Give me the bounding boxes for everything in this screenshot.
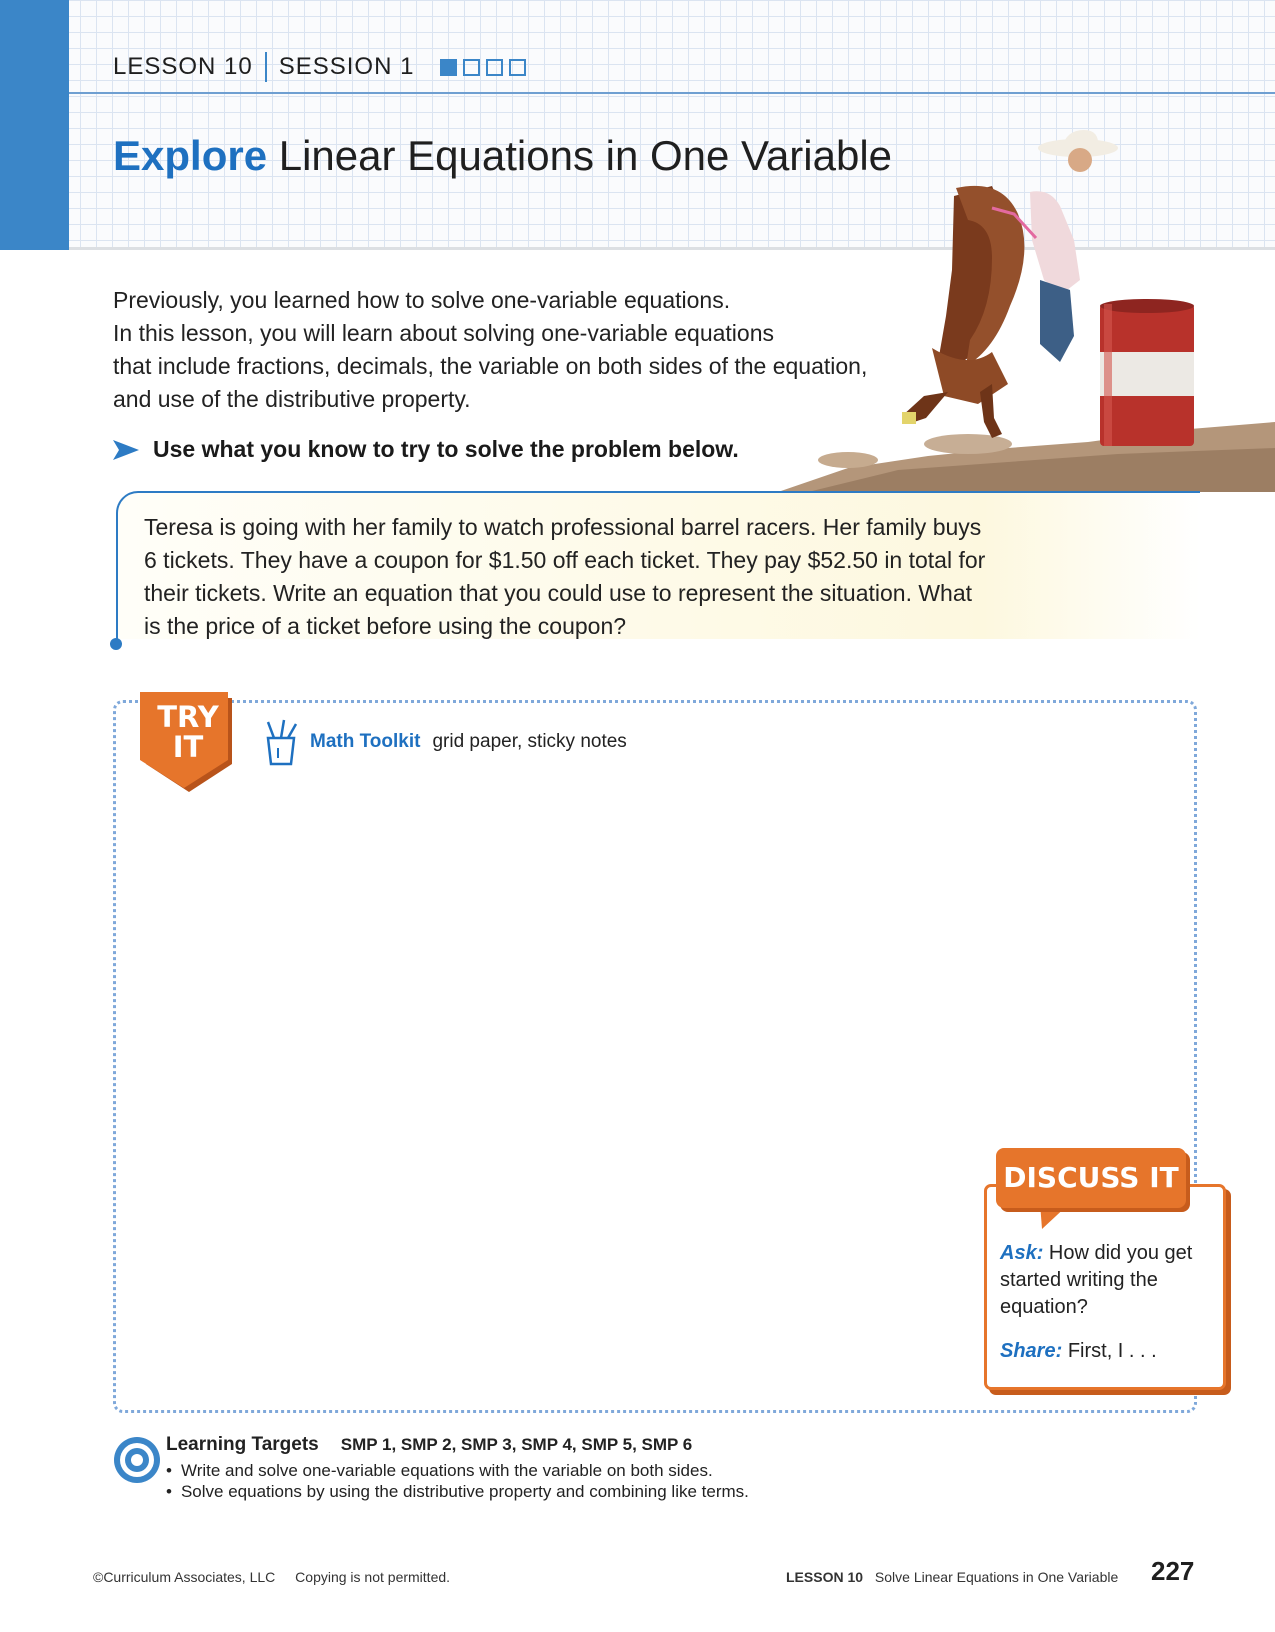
- instruction-line: Use what you know to try to solve the pr…: [113, 436, 739, 463]
- discuss-ask: Ask: How did you get started writing the…: [1000, 1240, 1215, 1321]
- learning-targets-smp: SMP 1, SMP 2, SMP 3, SMP 4, SMP 5, SMP 6: [340, 1435, 693, 1454]
- target-icon: [114, 1437, 160, 1483]
- learning-target-2: Solve equations by using the distributiv…: [166, 1481, 749, 1502]
- title-highlight: Explore: [113, 132, 268, 179]
- page-title: Explore Linear Equations in One Variable: [113, 132, 892, 180]
- lesson-session-label: LESSON 10 SESSION 1: [113, 50, 527, 84]
- footer-copyright: ©Curriculum Associates, LLC: [93, 1569, 276, 1585]
- share-label: Share:: [1000, 1340, 1063, 1362]
- toolkit-label: Math Toolkit: [310, 731, 421, 752]
- session-square-1: [440, 58, 458, 76]
- intro-paragraph: Previously, you learned how to solve one…: [113, 284, 913, 416]
- learning-targets-list: Write and solve one-variable equations w…: [166, 1460, 749, 1502]
- page-number: 227: [1151, 1556, 1195, 1586]
- discuss-it-tag: DISCUSS IT: [996, 1148, 1186, 1208]
- session-label: SESSION 1: [278, 53, 415, 80]
- lesson-label: LESSON 10: [113, 53, 253, 80]
- share-text: First, I . . .: [1067, 1340, 1157, 1362]
- footer-right: LESSON 10 Solve Linear Equations in One …: [786, 1569, 1118, 1585]
- intro-line-2: In this lesson, you will learn about sol…: [113, 320, 775, 346]
- try-it-badge: TRY IT: [140, 692, 236, 794]
- header-rule: [69, 92, 1275, 94]
- problem-line-1: Teresa is going with her family to watch…: [144, 514, 982, 540]
- learning-targets-title: Learning Targets: [166, 1434, 319, 1455]
- intro-line-4: and use of the distributive property.: [113, 386, 471, 412]
- discuss-share: Share: First, I . . .: [1000, 1340, 1215, 1363]
- discuss-it-title: DISCUSS IT: [1003, 1161, 1179, 1194]
- instruction-text: Use what you know to try to solve the pr…: [153, 436, 739, 462]
- ask-label: Ask:: [1000, 1242, 1044, 1264]
- footer-left: ©Curriculum Associates, LLC Copying is n…: [93, 1569, 450, 1585]
- problem-line-3: their tickets. Write an equation that yo…: [144, 580, 973, 606]
- try-it-badge-line-2: IT: [172, 730, 204, 764]
- blue-side-tab: [0, 0, 69, 250]
- toolkit-cup-icon: [266, 719, 298, 766]
- try-it-badge-line-1: TRY: [157, 700, 219, 734]
- problem-line-4: is the price of a ticket before using th…: [144, 613, 627, 639]
- toolkit-items: grid paper, sticky notes: [432, 731, 627, 752]
- footer-notice: Copying is not permitted.: [295, 1569, 451, 1585]
- lesson-divider: [264, 52, 267, 82]
- intro-line-3: that include fractions, decimals, the va…: [113, 353, 868, 379]
- learning-target-1: Write and solve one-variable equations w…: [166, 1460, 749, 1481]
- problem-line-2: 6 tickets. They have a coupon for $1.50 …: [144, 547, 986, 573]
- footer-lesson-title: Solve Linear Equations in One Variable: [874, 1569, 1119, 1585]
- session-square-2: [463, 58, 481, 76]
- learning-targets-heading: Learning Targets SMP 1, SMP 2, SMP 3, SM…: [166, 1434, 692, 1456]
- math-toolkit: Math Toolkit grid paper, sticky notes: [262, 718, 627, 766]
- session-progress: [440, 58, 527, 76]
- session-square-3: [486, 58, 504, 76]
- arrow-right-icon: [113, 439, 139, 460]
- problem-box-dot: [110, 638, 122, 650]
- intro-line-1: Previously, you learned how to solve one…: [113, 287, 731, 313]
- problem-text: Teresa is going with her family to watch…: [144, 511, 1004, 643]
- session-square-4: [509, 58, 527, 76]
- footer-lesson-label: LESSON 10: [786, 1569, 864, 1585]
